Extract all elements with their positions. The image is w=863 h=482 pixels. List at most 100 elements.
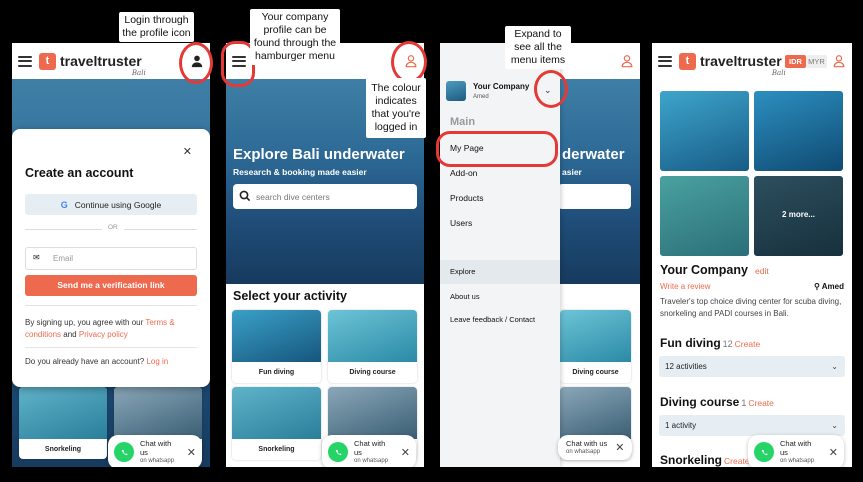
menu-item-add-on[interactable]: Add-on	[450, 168, 477, 178]
divider	[25, 305, 197, 306]
activity-label: Snorkeling	[258, 446, 295, 453]
select-value: 1 activity	[665, 421, 697, 430]
menu-item-products[interactable]: Products	[450, 193, 484, 203]
logo-subtext: Bali	[131, 69, 146, 77]
activity-card-fun-diving[interactable]: Fun diving	[232, 310, 321, 383]
privacy-link[interactable]: Privacy policy	[79, 330, 128, 339]
send-link-button[interactable]: Send me a verification link	[25, 275, 197, 296]
search-placeholder: search dive centers	[256, 192, 330, 202]
whatsapp-label: Chat with us	[566, 439, 608, 448]
login-link[interactable]: Log in	[146, 357, 168, 366]
currency-idr[interactable]: IDR	[785, 55, 806, 68]
google-icon: G	[60, 199, 68, 210]
location-text: Amed	[821, 282, 844, 291]
whatsapp-sublabel: on whatsapp	[354, 458, 389, 464]
signup-modal: ✕ Create an account G Continue using Goog…	[12, 129, 210, 387]
search-input[interactable]: search dive centers	[233, 184, 417, 209]
background-card-label: Diving course	[572, 369, 619, 376]
company-name: Your Company edit	[660, 263, 769, 277]
close-icon[interactable]: ✕	[829, 446, 838, 459]
menu-item-explore[interactable]: Explore	[440, 260, 560, 284]
annotation-colour: The colour indicates that you're logged …	[366, 78, 426, 138]
activity-card-diving-course[interactable]: Diving course	[328, 310, 417, 383]
edit-link[interactable]: edit	[755, 266, 769, 276]
create-link[interactable]: Create	[724, 456, 750, 466]
company-name-text: Your Company	[660, 263, 748, 277]
activity-image	[114, 387, 202, 439]
whatsapp-label: Chat with us	[354, 439, 386, 457]
menu-screen: derwater asier Diving course Chat with u…	[440, 43, 640, 467]
logo-text: traveltruster	[700, 53, 782, 69]
currency-myr[interactable]: MYR	[806, 55, 827, 68]
highlight-ring	[391, 41, 427, 83]
close-icon[interactable]: ✕	[183, 145, 192, 158]
menu-item-about[interactable]: About us	[450, 292, 480, 301]
profile-icon[interactable]	[620, 54, 634, 68]
hero-title: Explore Bali underwater	[233, 146, 405, 163]
background-title: derwater	[562, 146, 625, 163]
email-placeholder: Email	[53, 254, 74, 263]
select-value: 12 activities	[665, 362, 707, 371]
activity-label: Fun diving	[258, 369, 295, 376]
activity-image	[232, 387, 321, 439]
company-name[interactable]: Your Company	[473, 82, 529, 91]
section-snorkeling: Snorkeling Create	[660, 453, 750, 467]
background-image	[560, 79, 640, 284]
activity-card-snorkeling[interactable]: Snorkeling	[19, 387, 107, 459]
activity-card-snorkeling[interactable]: Snorkeling	[232, 387, 321, 460]
location: ⚲ Amed	[814, 282, 844, 291]
email-field[interactable]: ✉ Email	[25, 247, 197, 270]
whatsapp-label: Chat with us	[780, 439, 812, 457]
section-count: 12	[722, 339, 733, 349]
gallery-photo[interactable]	[660, 176, 749, 256]
whatsapp-chat-button[interactable]: Chat with us on whatsapp ✕	[108, 435, 202, 467]
whatsapp-chat-button[interactable]: Chat with us on whatsapp ✕	[322, 435, 416, 467]
highlight-ring	[436, 131, 558, 167]
chevron-down-icon: ⌄	[831, 421, 838, 430]
activity-image	[232, 310, 321, 362]
section-diving-course: Diving course 1 Create	[660, 395, 774, 409]
side-menu: Your Company Amed ⌄ Main My Page Add-on …	[440, 43, 560, 467]
menu-item-users[interactable]: Users	[450, 218, 472, 228]
hero-subtitle: Research & booking made easier	[233, 167, 367, 177]
write-review-link[interactable]: Write a review	[660, 282, 711, 291]
hamburger-menu-icon[interactable]	[658, 55, 672, 67]
close-icon[interactable]: ✕	[401, 446, 410, 459]
whatsapp-sublabel: on whatsapp	[140, 458, 175, 464]
profile-icon[interactable]	[832, 54, 846, 68]
menu-item-label: Explore	[450, 267, 476, 276]
hamburger-menu-icon[interactable]	[18, 55, 32, 67]
logo[interactable]: t traveltruster Bali	[679, 52, 786, 77]
logo[interactable]: t traveltruster Bali	[39, 52, 146, 77]
company-page-screen: t traveltruster Bali IDR MYR 2 more... Yo…	[652, 43, 852, 467]
whatsapp-label: Chat with us	[140, 439, 172, 457]
whatsapp-chat-button[interactable]: Chat with us on whatsapp ✕	[748, 435, 844, 467]
activities-select[interactable]: 1 activity ⌄	[659, 415, 845, 436]
gallery-photo[interactable]	[754, 91, 843, 171]
menu-item-feedback[interactable]: Leave feedback / Contact	[450, 315, 535, 324]
section-title: Snorkeling	[660, 453, 723, 467]
logo-text: traveltruster	[60, 53, 142, 69]
logo-mark-icon: t	[39, 52, 56, 70]
gallery-more[interactable]: 2 more...	[754, 176, 843, 256]
create-link[interactable]: Create	[735, 339, 761, 349]
logo-subtext: Bali	[771, 69, 786, 77]
modal-title: Create an account	[25, 166, 134, 180]
activity-image	[328, 310, 417, 362]
logo-mark-icon: t	[679, 52, 696, 70]
gallery-photo[interactable]	[660, 91, 749, 171]
gallery-more-label: 2 more...	[782, 210, 815, 219]
whatsapp-chat-button[interactable]: Chat with us on whatsapp ✕	[558, 435, 632, 460]
login-question: Do you already have an account?	[25, 357, 145, 366]
create-link[interactable]: Create	[748, 398, 774, 408]
section-heading: Select your activity	[233, 289, 347, 303]
section-title: Diving course	[660, 395, 740, 409]
terms-and: and	[63, 330, 77, 339]
close-icon[interactable]: ✕	[615, 441, 624, 454]
activity-image	[328, 387, 417, 439]
annotation-expand: Expand to see all the menu items	[505, 26, 571, 69]
google-button[interactable]: G Continue using Google	[25, 194, 197, 215]
close-icon[interactable]: ✕	[187, 446, 196, 459]
chevron-down-icon: ⌄	[831, 362, 838, 371]
activities-select[interactable]: 12 activities ⌄	[659, 356, 845, 377]
